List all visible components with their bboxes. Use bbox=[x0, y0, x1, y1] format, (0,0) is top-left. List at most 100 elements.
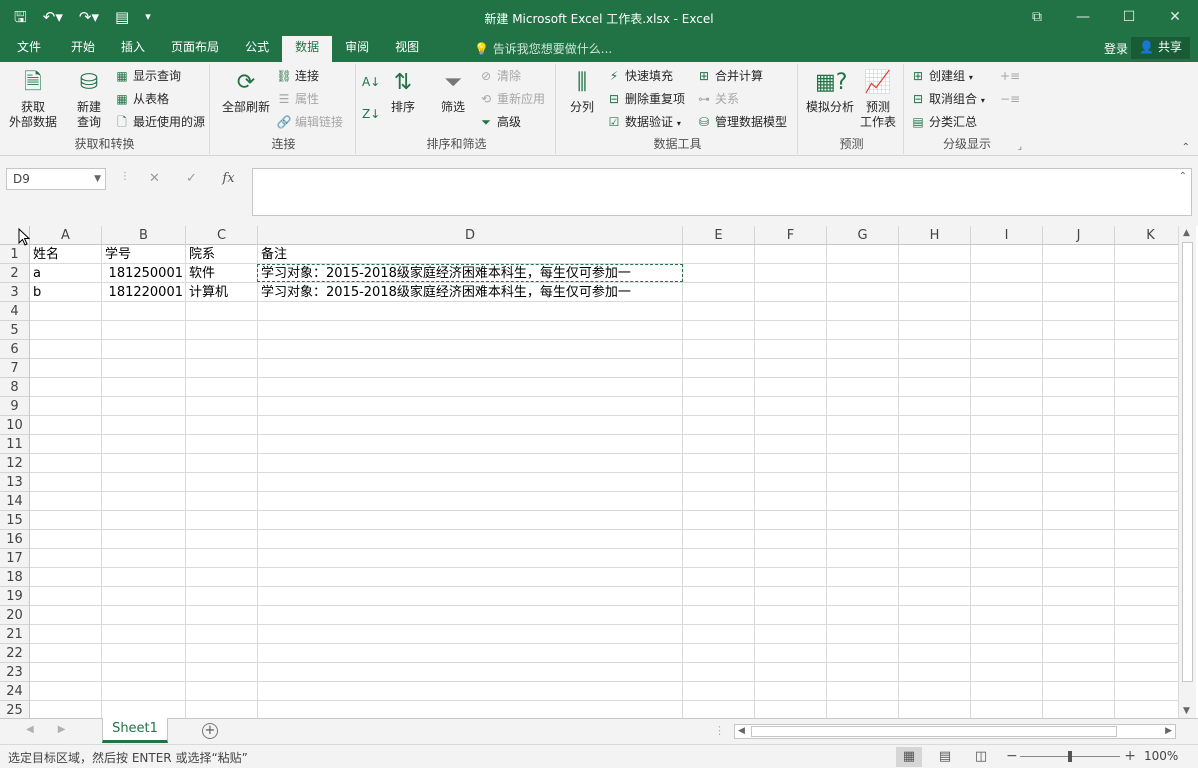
manage-data-model-button[interactable]: ⛁ 管理数据模型 bbox=[696, 112, 787, 132]
row-header[interactable]: 5 bbox=[0, 321, 30, 340]
cell-a2[interactable]: a bbox=[33, 264, 101, 283]
sign-in-link[interactable]: 登录 bbox=[1104, 40, 1128, 57]
tab-data[interactable]: 数据 bbox=[282, 36, 333, 62]
sort-descending-button[interactable]: Z↓ bbox=[362, 104, 381, 124]
cell-c1[interactable]: 院系 bbox=[189, 245, 257, 264]
hide-detail-button[interactable]: −≡ bbox=[1000, 89, 1020, 109]
scroll-left-arrow-icon[interactable]: ◀ bbox=[738, 725, 745, 738]
advanced-button[interactable]: ⏷ 高级 bbox=[478, 112, 521, 132]
column-header-h[interactable]: H bbox=[899, 226, 971, 245]
row-header[interactable]: 4 bbox=[0, 302, 30, 321]
page-layout-view-icon[interactable]: ▤ bbox=[932, 747, 958, 767]
row-header[interactable]: 11 bbox=[0, 435, 30, 454]
clear-button[interactable]: ⊘ 清除 bbox=[478, 66, 521, 86]
row-header[interactable]: 12 bbox=[0, 454, 30, 473]
column-header-j[interactable]: J bbox=[1043, 226, 1115, 245]
show-queries-button[interactable]: ▦ 显示查询 bbox=[114, 66, 181, 86]
row-header[interactable]: 21 bbox=[0, 625, 30, 644]
ribbon-display-icon[interactable]: ⧉ bbox=[1014, 0, 1060, 36]
sheet-tab-sheet1[interactable]: Sheet1 bbox=[102, 718, 168, 743]
recent-sources-button[interactable]: 🗋 最近使用的源 bbox=[114, 112, 205, 132]
tab-review[interactable]: 审阅 bbox=[332, 36, 382, 62]
flash-fill-button[interactable]: ⚡ 快速填充 bbox=[606, 66, 673, 86]
cell-a1[interactable]: 姓名 bbox=[33, 245, 101, 264]
reapply-button[interactable]: ⟲ 重新应用 bbox=[478, 89, 545, 109]
column-header-k[interactable]: K bbox=[1115, 226, 1178, 245]
row-header[interactable]: 3 bbox=[0, 283, 30, 302]
row-header[interactable]: 16 bbox=[0, 530, 30, 549]
cell-c2[interactable]: 软件 bbox=[189, 264, 257, 283]
column-header-g[interactable]: G bbox=[827, 226, 899, 245]
page-break-view-icon[interactable]: ◫ bbox=[968, 747, 994, 767]
worksheet-grid[interactable]: A B C D E F G H I J K 1 2 3 4 5 6 7 8 9 … bbox=[0, 226, 1178, 718]
add-sheet-icon[interactable]: + bbox=[202, 723, 218, 739]
edit-links-button[interactable]: 🔗 编辑链接 bbox=[276, 112, 344, 132]
sort-ascending-button[interactable]: A↓ bbox=[362, 72, 381, 92]
scroll-right-icon[interactable]: ▶ bbox=[58, 724, 66, 735]
row-header[interactable]: 20 bbox=[0, 606, 30, 625]
name-box[interactable]: D9 ▼ bbox=[6, 168, 106, 190]
column-header-b[interactable]: B bbox=[102, 226, 186, 245]
scroll-down-icon[interactable]: ▼ bbox=[1183, 706, 1190, 716]
text-to-columns-button[interactable]: ⫼ 分列 bbox=[564, 68, 600, 115]
row-header[interactable]: 7 bbox=[0, 359, 30, 378]
chevron-down-icon[interactable]: ▼ bbox=[94, 169, 101, 189]
vertical-scrollbar[interactable]: ▲ ▼ bbox=[1178, 226, 1196, 718]
tab-home[interactable]: 开始 bbox=[58, 36, 108, 62]
enter-icon[interactable]: ✓ bbox=[173, 168, 210, 190]
row-header[interactable]: 9 bbox=[0, 397, 30, 416]
cancel-icon[interactable]: ✕ bbox=[136, 168, 173, 190]
row-header[interactable]: 17 bbox=[0, 549, 30, 568]
column-header-e[interactable]: E bbox=[683, 226, 755, 245]
get-external-data-button[interactable]: 🗎 获取 外部数据 bbox=[4, 68, 62, 130]
tell-me-box[interactable]: 💡 告诉我您想要做什么... bbox=[474, 40, 612, 57]
collapse-ribbon-icon[interactable]: ⌃ bbox=[1182, 142, 1190, 153]
tab-insert[interactable]: 插入 bbox=[108, 36, 158, 62]
row-header[interactable]: 22 bbox=[0, 644, 30, 663]
consolidate-button[interactable]: ⊞ 合并计算 bbox=[696, 66, 763, 86]
close-icon[interactable]: ✕ bbox=[1152, 0, 1198, 36]
filter-button[interactable]: ⏷ 筛选 bbox=[436, 68, 470, 115]
vertical-scroll-thumb[interactable] bbox=[1182, 242, 1193, 682]
cell-b1[interactable]: 学号 bbox=[105, 245, 185, 264]
minimize-icon[interactable]: — bbox=[1060, 0, 1106, 36]
subtotal-button[interactable]: ▤ 分类汇总 bbox=[910, 112, 977, 132]
row-header[interactable]: 1 bbox=[0, 245, 30, 264]
row-header[interactable]: 2 bbox=[0, 264, 30, 283]
tab-page-layout[interactable]: 页面布局 bbox=[158, 36, 232, 62]
share-button[interactable]: 👤 共享 bbox=[1131, 37, 1190, 59]
forecast-sheet-button[interactable]: 📈 预测 工作表 bbox=[858, 68, 898, 130]
ungroup-button[interactable]: ⊟ 取消组合 ▾ bbox=[910, 89, 985, 109]
column-header-a[interactable]: A bbox=[30, 226, 102, 245]
show-detail-button[interactable]: +≡ bbox=[1000, 66, 1020, 86]
column-header-c[interactable]: C bbox=[186, 226, 258, 245]
horizontal-scroll-thumb[interactable] bbox=[751, 726, 1117, 737]
row-header[interactable]: 13 bbox=[0, 473, 30, 492]
cell-b2[interactable]: 181250001 bbox=[102, 264, 183, 283]
tab-view[interactable]: 视图 bbox=[382, 36, 432, 62]
tab-file[interactable]: 文件 bbox=[0, 36, 58, 62]
row-header[interactable]: 18 bbox=[0, 568, 30, 587]
row-header[interactable]: 15 bbox=[0, 511, 30, 530]
maximize-icon[interactable]: ☐ bbox=[1106, 0, 1152, 36]
column-header-f[interactable]: F bbox=[755, 226, 827, 245]
connections-button[interactable]: ⛓ 连接 bbox=[276, 66, 319, 86]
relationships-button[interactable]: ⊶ 关系 bbox=[696, 89, 739, 109]
tab-formulas[interactable]: 公式 bbox=[232, 36, 282, 62]
column-header-d[interactable]: D bbox=[258, 226, 683, 245]
normal-view-icon[interactable]: ▦ bbox=[896, 747, 922, 767]
cell-c3[interactable]: 计算机 bbox=[189, 283, 257, 302]
zoom-slider[interactable]: − + bbox=[1004, 748, 1138, 766]
zoom-in-icon[interactable]: + bbox=[1124, 748, 1136, 764]
what-if-analysis-button[interactable]: ▦? 模拟分析 bbox=[804, 68, 856, 115]
zoom-out-icon[interactable]: − bbox=[1006, 748, 1018, 764]
properties-button[interactable]: ☰ 属性 bbox=[276, 89, 319, 109]
remove-duplicates-button[interactable]: ⊟ 删除重复项 bbox=[606, 89, 685, 109]
data-validation-button[interactable]: ☑ 数据验证 ▾ bbox=[606, 112, 681, 132]
column-header-i[interactable]: I bbox=[971, 226, 1043, 245]
row-header[interactable]: 8 bbox=[0, 378, 30, 397]
cell-a3[interactable]: b bbox=[33, 283, 101, 302]
insert-function-icon[interactable]: fx bbox=[210, 168, 247, 190]
row-header[interactable]: 14 bbox=[0, 492, 30, 511]
scroll-right-arrow-icon[interactable]: ▶ bbox=[1165, 725, 1172, 738]
